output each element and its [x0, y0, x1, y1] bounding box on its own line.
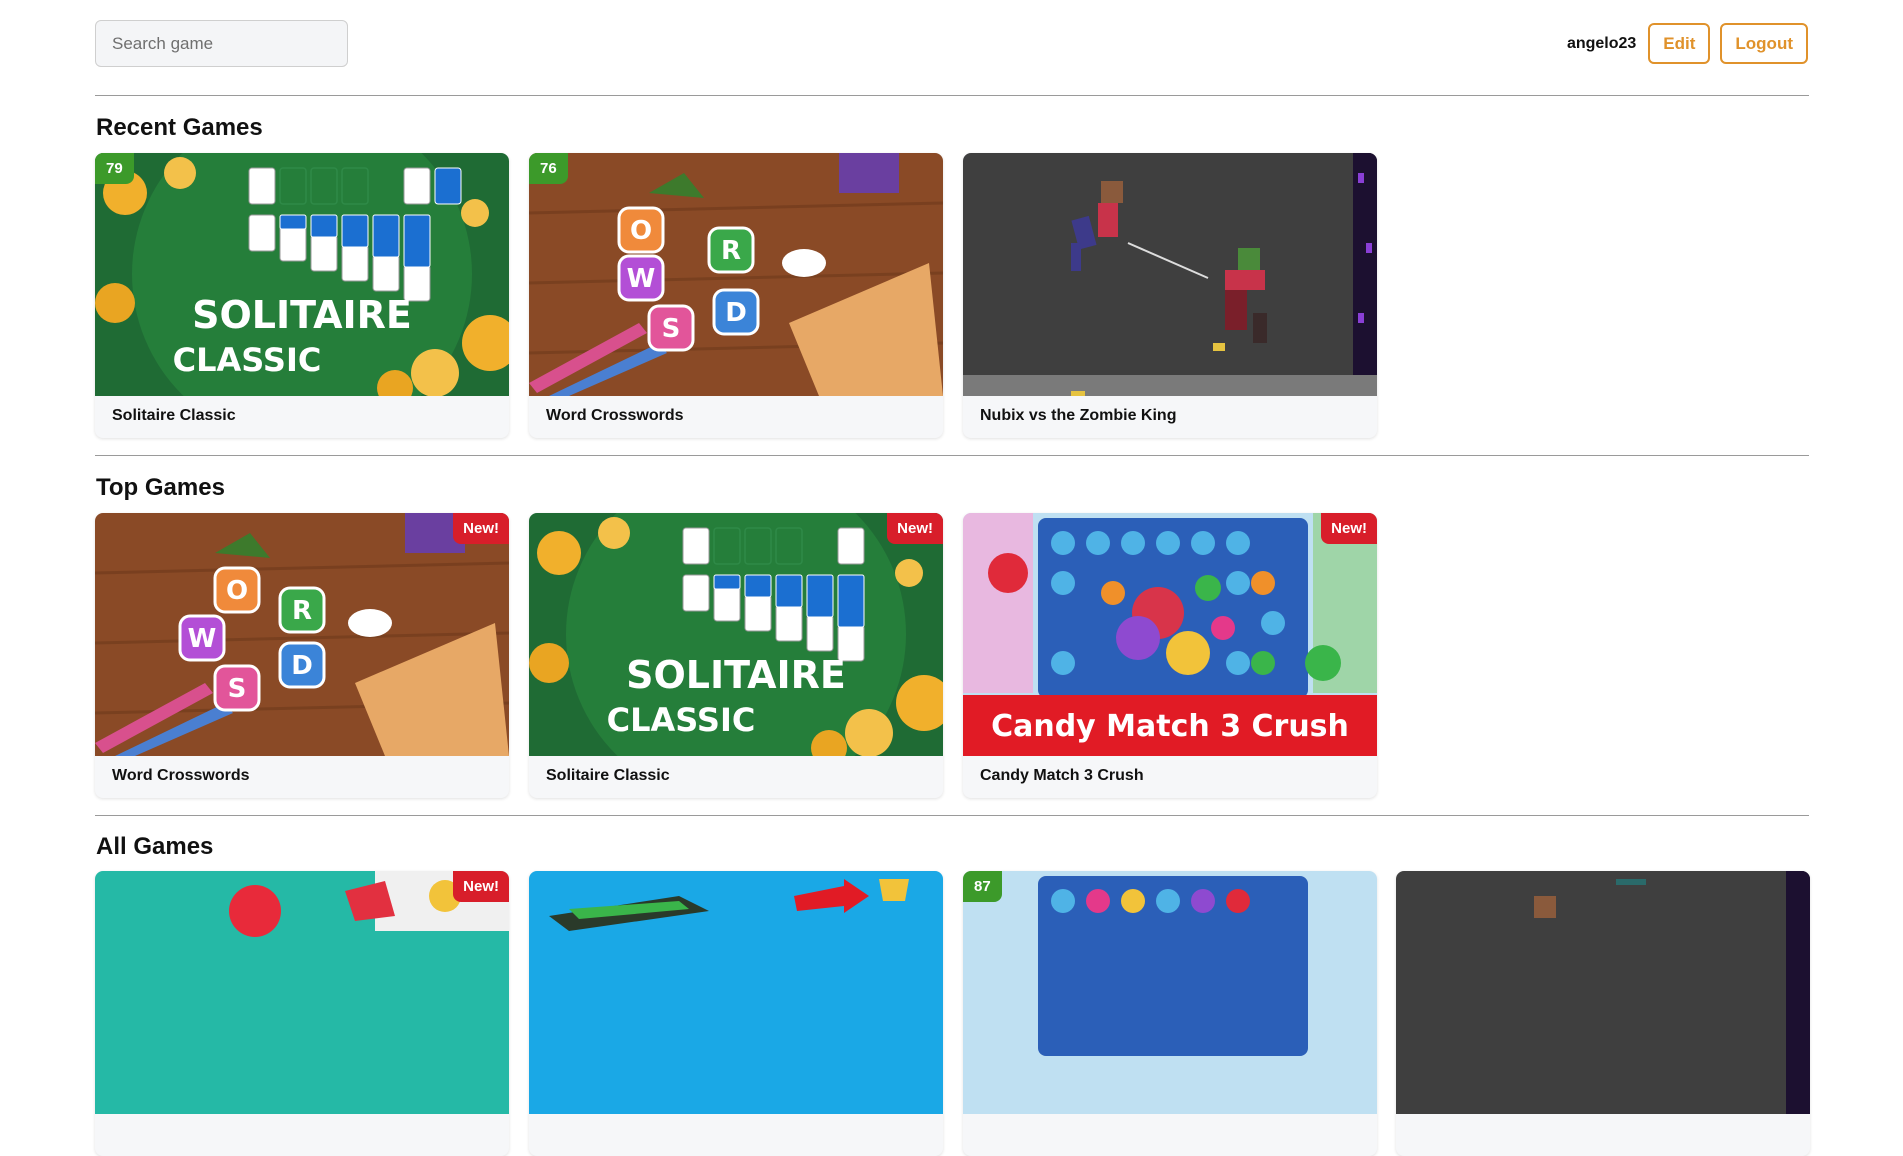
letter-tile: R: [721, 236, 741, 266]
score-badge: 87: [963, 871, 1002, 902]
new-badge: New!: [1321, 513, 1377, 544]
edit-button[interactable]: Edit: [1648, 23, 1711, 64]
game-card-word-crosswords[interactable]: O W R S D 76 Word Crosswords: [529, 153, 943, 438]
letter-tile: S: [228, 674, 247, 704]
new-badge: New!: [453, 871, 509, 902]
game-card-word-crosswords[interactable]: O W R S D New! Word Crosswords: [95, 513, 509, 798]
art-banner-text: Candy Match 3 Crush: [991, 709, 1349, 744]
art-text-1: SOLITAIRE: [626, 653, 846, 697]
logout-button[interactable]: Logout: [1720, 23, 1808, 64]
game-card[interactable]: 87: [963, 871, 1377, 1156]
game-thumbnail[interactable]: O W R S D New!: [95, 513, 509, 756]
letter-tile: D: [725, 298, 747, 328]
game-title[interactable]: Word Crosswords: [112, 767, 250, 785]
game-card-solitaire-classic[interactable]: SOLITAIRE CLASSIC New! Solitaire Classic: [529, 513, 943, 798]
game-title[interactable]: Word Crosswords: [546, 407, 684, 425]
game-card-candy-match-3-crush[interactable]: Candy Match 3 Crush New! Candy Match 3 C…: [963, 513, 1377, 798]
game-thumbnail[interactable]: [963, 153, 1377, 396]
game-thumbnail[interactable]: [529, 871, 943, 1114]
game-title[interactable]: Solitaire Classic: [546, 767, 670, 785]
game-title[interactable]: Solitaire Classic: [112, 407, 236, 425]
score-badge: 79: [95, 153, 134, 184]
letter-tile: O: [630, 216, 652, 246]
divider: [95, 455, 1809, 456]
letter-tile: O: [226, 576, 248, 606]
game-thumbnail[interactable]: SOLITAIRE CLASSIC 79: [95, 153, 509, 396]
user-bar: angelo23 Edit Logout: [1567, 23, 1808, 64]
divider: [95, 95, 1809, 96]
game-thumbnail[interactable]: Candy Match 3 Crush New!: [963, 513, 1377, 756]
letter-tile: R: [292, 596, 312, 626]
game-thumbnail[interactable]: O W R S D 76: [529, 153, 943, 396]
page: angelo23 Edit Logout Recent Games: [0, 0, 1903, 1156]
art-text-2: CLASSIC: [607, 701, 756, 739]
letter-tile: W: [188, 624, 217, 654]
game-thumbnail[interactable]: 87: [963, 871, 1377, 1114]
art-text-1: SOLITAIRE: [192, 293, 412, 337]
letter-tile: S: [662, 314, 681, 344]
recent-games-title: Recent Games: [96, 114, 263, 141]
letter-tile: D: [291, 651, 313, 681]
top-games-title: Top Games: [96, 474, 225, 501]
divider: [95, 815, 1809, 816]
game-thumbnail[interactable]: [1396, 871, 1810, 1114]
game-card-solitaire-classic[interactable]: SOLITAIRE CLASSIC 79 Solitaire Classic: [95, 153, 509, 438]
game-card-nubix-vs-the-zombie-king[interactable]: Nubix vs the Zombie King: [963, 153, 1377, 438]
game-card[interactable]: New!: [95, 871, 509, 1156]
username: angelo23: [1566, 34, 1637, 52]
all-games-title: All Games: [96, 833, 214, 860]
art-text-2: CLASSIC: [173, 341, 322, 379]
game-card[interactable]: [529, 871, 943, 1156]
game-title[interactable]: Nubix vs the Zombie King: [980, 407, 1176, 425]
game-thumbnail[interactable]: SOLITAIRE CLASSIC New!: [529, 513, 943, 756]
new-badge: New!: [453, 513, 509, 544]
game-title[interactable]: Candy Match 3 Crush: [980, 767, 1144, 785]
score-badge: 76: [529, 153, 568, 184]
letter-tile: W: [627, 264, 656, 294]
game-thumbnail[interactable]: New!: [95, 871, 509, 1114]
game-card[interactable]: [1396, 871, 1810, 1156]
search-input[interactable]: [95, 20, 348, 67]
new-badge: New!: [887, 513, 943, 544]
